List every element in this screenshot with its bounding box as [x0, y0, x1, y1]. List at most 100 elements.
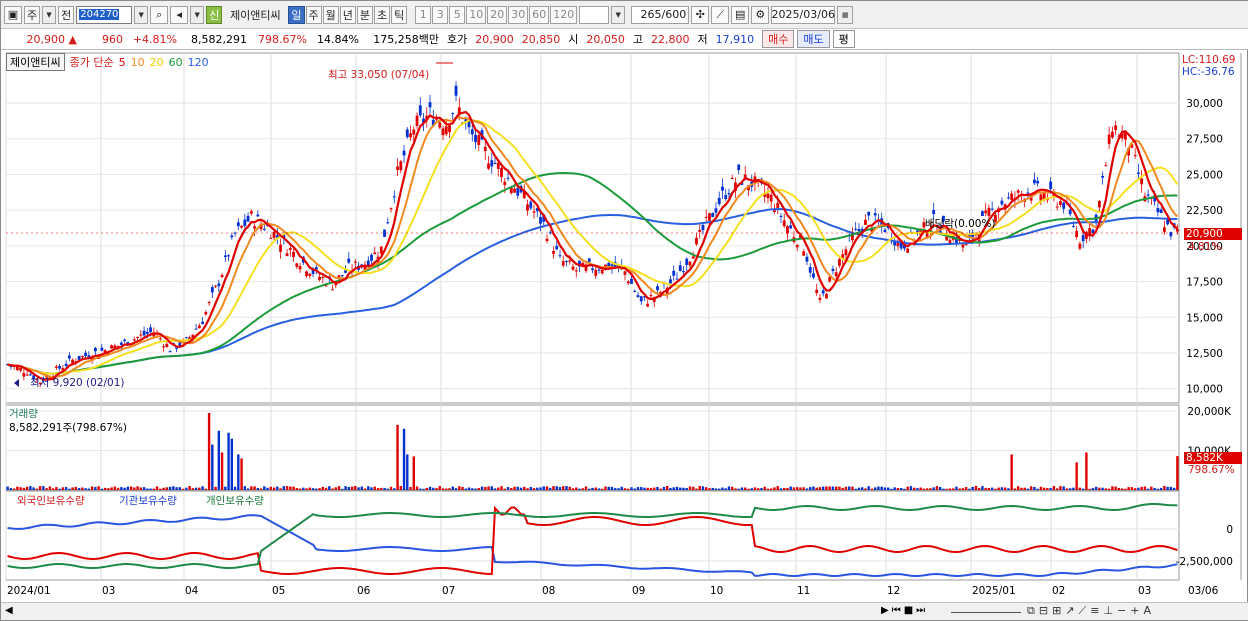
candle-body [123, 339, 126, 341]
prev-button[interactable]: 전 [58, 5, 75, 24]
volume-bar [822, 486, 825, 490]
fib-icon[interactable]: ≡ [1090, 604, 1099, 618]
speaker-icon[interactable]: ◂ [170, 5, 189, 24]
volume-bar [786, 487, 789, 490]
interval-1[interactable]: 1 [415, 5, 432, 24]
tab-week[interactable]: 주 [305, 5, 322, 24]
legend-ma10[interactable]: 10 [131, 56, 145, 69]
tab-tick[interactable]: 틱 [391, 5, 408, 24]
volume-bar [321, 486, 325, 490]
custom-interval-dropdown-icon[interactable]: ▼ [611, 5, 626, 24]
stop-icon[interactable]: ■ [904, 605, 913, 616]
last-page-icon[interactable]: ⏭ [916, 605, 925, 616]
measure-icon[interactable]: ⊥ [1103, 604, 1113, 618]
tab-year[interactable]: 년 [339, 5, 356, 24]
volume-bar [32, 487, 35, 490]
holding-label-inst[interactable]: 기관보유수량 [119, 493, 177, 508]
chart-tools-icon[interactable]: ✣ [691, 5, 710, 24]
chart-canvas[interactable]: 30,00027,50025,00022,50020,00017,50015,0… [1, 49, 1248, 604]
candle-body [217, 283, 221, 287]
candle-body [656, 286, 659, 291]
calendar-icon[interactable]: ▦ [837, 5, 854, 24]
candle-body [1059, 201, 1062, 205]
volume-bar [81, 487, 84, 490]
custom-interval-input[interactable] [579, 5, 610, 24]
interval-120[interactable]: 120 [550, 5, 578, 24]
bottom-scrollbar[interactable]: ◀ ▶ ⏮ ■ ⏭ ⧉ ⊟ ⊞ ↗ ⟋ ≡ ⊥ − + A [1, 602, 1248, 620]
volume-bar [12, 488, 16, 490]
legend-ma20[interactable]: 20 [150, 56, 164, 69]
layout-icon[interactable]: ⧉ [1027, 604, 1035, 618]
line-draw-icon[interactable]: ⟋ [711, 5, 730, 24]
market-dropdown-icon[interactable]: ▼ [42, 5, 57, 24]
volume-bar [295, 488, 299, 490]
x-axis-label: 02 [1052, 585, 1065, 597]
speaker-dropdown-icon[interactable]: ▼ [190, 5, 205, 24]
volume-bar [847, 486, 851, 490]
holding-label-foreign[interactable]: 외국인보유수량 [17, 493, 85, 508]
scroll-right-icon[interactable]: ▶ [881, 605, 889, 616]
zoom-slider[interactable] [951, 609, 1021, 613]
legend-ma-label[interactable]: 종가 단순 [70, 54, 114, 70]
volume-bar [633, 488, 636, 490]
legend-ma60[interactable]: 60 [169, 56, 183, 69]
volume-bar [523, 486, 526, 490]
window-menu-icon[interactable]: ▣ [4, 5, 22, 24]
high-note: 최고 33,050 (07/04) [328, 69, 430, 81]
candle-body [1107, 134, 1111, 144]
interval-10[interactable]: 10 [466, 5, 487, 24]
zoom-out-icon[interactable]: − [1117, 604, 1126, 618]
split-icon[interactable]: ⊟ [1039, 604, 1048, 618]
candle-body [964, 244, 968, 246]
first-page-icon[interactable]: ⏮ [892, 605, 901, 616]
market-select[interactable]: 주 [24, 5, 41, 24]
save-icon[interactable]: ▤ [731, 5, 750, 24]
volume-bar [831, 486, 835, 490]
candle-body [288, 248, 292, 250]
code-dropdown-icon[interactable]: ▼ [134, 5, 149, 24]
interval-5[interactable]: 5 [449, 5, 466, 24]
count-input[interactable]: 265/600 [631, 5, 690, 24]
tab-second[interactable]: 초 [374, 5, 391, 24]
volume-bar [796, 487, 799, 490]
legend-ma120[interactable]: 120 [188, 56, 209, 69]
volume-bar [513, 486, 516, 490]
volume-bar [484, 487, 487, 490]
volume-bar [1169, 486, 1173, 490]
interval-20[interactable]: 20 [487, 5, 508, 24]
tab-month[interactable]: 월 [322, 5, 339, 24]
volume-title[interactable]: 거래량 [9, 406, 38, 421]
font-icon[interactable]: A [1143, 604, 1151, 618]
volume-bar [906, 486, 909, 490]
date-input[interactable]: 2025/03/06 [771, 5, 836, 24]
search-icon[interactable]: ⌕ [150, 5, 169, 24]
sell-button[interactable]: 매도 [797, 30, 830, 48]
legend-stock-name[interactable]: 제이앤티씨 [6, 53, 65, 71]
interval-60[interactable]: 60 [529, 5, 550, 24]
x-axis-label: 06 [357, 585, 371, 597]
candle-body [1016, 190, 1020, 193]
legend-ma5[interactable]: 5 [119, 56, 126, 69]
volume-bar [454, 488, 458, 490]
compare-icon[interactable]: ⊞ [1052, 604, 1061, 618]
stock-code-input[interactable]: 204270 [76, 5, 133, 24]
tab-day[interactable]: 일 [288, 5, 305, 24]
draw-icon[interactable]: ↗ [1065, 604, 1074, 618]
volume-bar [1130, 487, 1134, 490]
volume-bar [263, 486, 266, 490]
candle-body [249, 211, 253, 214]
gear-icon[interactable]: ⚙ [751, 5, 770, 24]
buy-button[interactable]: 매수 [762, 30, 795, 48]
holding-label-indiv[interactable]: 개인보유수량 [206, 493, 264, 508]
volume-bar [1146, 488, 1150, 490]
tab-minute[interactable]: 분 [356, 5, 373, 24]
scroll-left-icon[interactable]: ◀ [5, 605, 13, 616]
zoom-in-icon[interactable]: + [1130, 604, 1139, 618]
interval-30[interactable]: 30 [508, 5, 529, 24]
interval-3[interactable]: 3 [432, 5, 449, 24]
trend-icon[interactable]: ⟋ [1079, 604, 1087, 618]
eval-button[interactable]: 평 [832, 30, 855, 48]
volume-bar [812, 486, 815, 490]
volume-bar [467, 487, 471, 490]
volume-bar [1150, 486, 1153, 490]
